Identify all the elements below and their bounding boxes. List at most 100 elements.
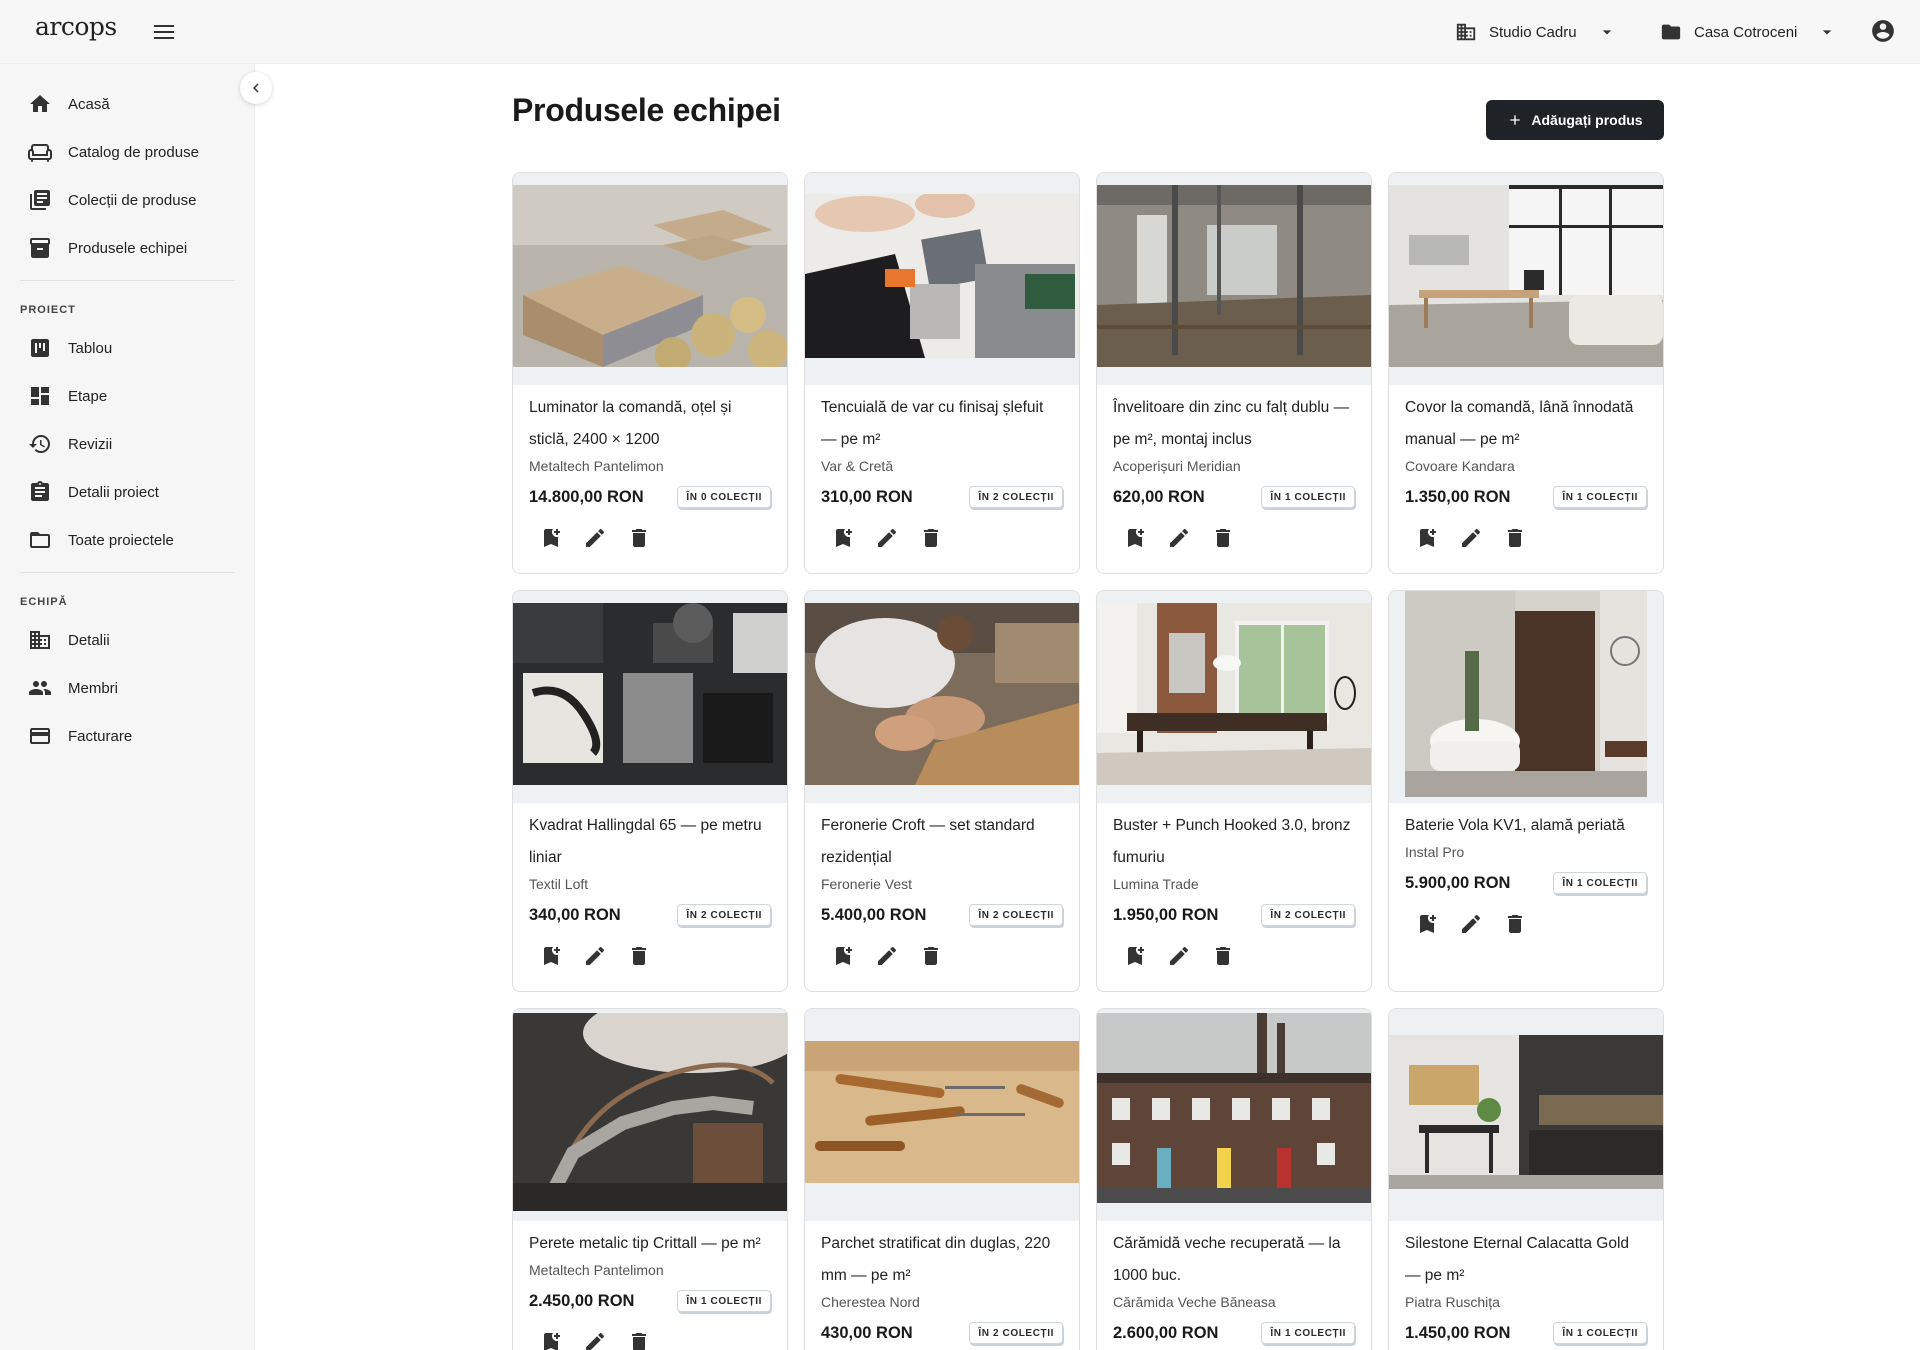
edit-icon[interactable] bbox=[1459, 912, 1483, 936]
product-vendor: Cărămida Veche Băneasa bbox=[1113, 1294, 1276, 1310]
app-logo[interactable]: arcops bbox=[35, 12, 117, 41]
product-image[interactable] bbox=[1097, 591, 1371, 803]
product-vendor: Acoperișuri Meridian bbox=[1113, 458, 1241, 474]
bookmark-add-icon[interactable] bbox=[539, 1330, 563, 1350]
delete-icon[interactable] bbox=[1503, 526, 1527, 550]
edit-icon[interactable] bbox=[875, 526, 899, 550]
product-title[interactable]: Kvadrat Hallingdal 65 — pe metru liniar bbox=[529, 803, 771, 874]
product-image[interactable] bbox=[805, 591, 1079, 803]
bookmark-add-icon[interactable] bbox=[831, 944, 855, 968]
product-image[interactable] bbox=[1389, 591, 1663, 803]
bookmark-add-icon[interactable] bbox=[1415, 912, 1439, 936]
delete-icon[interactable] bbox=[627, 526, 651, 550]
edit-icon[interactable] bbox=[583, 944, 607, 968]
collections-badge[interactable]: ÎN 1 COLECȚII bbox=[1261, 486, 1355, 508]
product-title[interactable]: Baterie Vola KV1, alamă periată bbox=[1405, 803, 1647, 842]
delete-icon[interactable] bbox=[919, 944, 943, 968]
bookmark-add-icon[interactable] bbox=[539, 526, 563, 550]
product-title[interactable]: Perete metalic tip Crittall — pe m² bbox=[529, 1221, 771, 1260]
chevron-down-icon bbox=[1602, 30, 1611, 35]
product-card[interactable]: Covor la comandă, lână înnodată manual —… bbox=[1388, 172, 1664, 574]
collections-badge[interactable]: ÎN 2 COLECȚII bbox=[1261, 904, 1355, 926]
product-image[interactable] bbox=[805, 1009, 1079, 1221]
product-image[interactable] bbox=[1389, 173, 1663, 385]
sidebar-collapse-button[interactable] bbox=[240, 72, 272, 104]
delete-icon[interactable] bbox=[919, 526, 943, 550]
sidebar-item-team-products[interactable]: Produsele echipei bbox=[20, 228, 240, 268]
delete-icon[interactable] bbox=[1211, 944, 1235, 968]
product-image[interactable] bbox=[805, 173, 1079, 385]
collections-badge[interactable]: ÎN 1 COLECȚII bbox=[1553, 872, 1647, 894]
product-title[interactable]: Feronerie Croft — set standard rezidenți… bbox=[821, 803, 1063, 874]
delete-icon[interactable] bbox=[1503, 912, 1527, 936]
product-card[interactable]: Tencuială de var cu finisaj șlefuit — pe… bbox=[804, 172, 1080, 574]
add-product-button[interactable]: Adăugați produs bbox=[1486, 100, 1664, 140]
collections-badge[interactable]: ÎN 1 COLECȚII bbox=[1553, 1322, 1647, 1344]
sidebar-item-members[interactable]: Membri bbox=[20, 668, 240, 708]
product-card[interactable]: Învelitoare din zinc cu falț dublu — pe … bbox=[1096, 172, 1372, 574]
collections-badge[interactable]: ÎN 1 COLECȚII bbox=[1553, 486, 1647, 508]
sidebar-item-billing[interactable]: Facturare bbox=[20, 716, 240, 756]
menu-icon[interactable] bbox=[150, 18, 178, 46]
studio-selector[interactable]: Studio Cadru bbox=[1455, 18, 1617, 46]
bookmark-add-icon[interactable] bbox=[1123, 526, 1147, 550]
collections-badge[interactable]: ÎN 2 COLECȚII bbox=[969, 486, 1063, 508]
product-card[interactable]: Luminator la comandă, oțel și sticlă, 24… bbox=[512, 172, 788, 574]
product-title[interactable]: Tencuială de var cu finisaj șlefuit — pe… bbox=[821, 385, 1063, 456]
collections-badge[interactable]: ÎN 1 COLECȚII bbox=[677, 1290, 771, 1312]
product-title[interactable]: Luminator la comandă, oțel și sticlă, 24… bbox=[529, 385, 771, 456]
product-image[interactable] bbox=[513, 591, 787, 803]
product-title[interactable]: Buster + Punch Hooked 3.0, bronz fumuriu bbox=[1113, 803, 1355, 874]
product-image[interactable] bbox=[1097, 1009, 1371, 1221]
delete-icon[interactable] bbox=[1211, 526, 1235, 550]
product-title[interactable]: Învelitoare din zinc cu falț dublu — pe … bbox=[1113, 385, 1355, 456]
sidebar-item-all-projects[interactable]: Toate proiectele bbox=[20, 520, 240, 560]
bookmark-add-icon[interactable] bbox=[1123, 944, 1147, 968]
delete-icon[interactable] bbox=[627, 944, 651, 968]
edit-icon[interactable] bbox=[583, 526, 607, 550]
product-image[interactable] bbox=[1097, 173, 1371, 385]
edit-icon[interactable] bbox=[1459, 526, 1483, 550]
product-title[interactable]: Parchet stratificat din duglas, 220 mm —… bbox=[821, 1221, 1063, 1292]
product-card[interactable]: Feronerie Croft — set standard rezidenți… bbox=[804, 590, 1080, 992]
product-card[interactable]: Kvadrat Hallingdal 65 — pe metru liniar … bbox=[512, 590, 788, 992]
product-title[interactable]: Covor la comandă, lână înnodată manual —… bbox=[1405, 385, 1647, 456]
sidebar-item-project-details[interactable]: Detalii proiect bbox=[20, 472, 240, 512]
edit-icon[interactable] bbox=[1167, 944, 1191, 968]
collections-badge[interactable]: ÎN 0 COLECȚII bbox=[677, 486, 771, 508]
bookmark-add-icon[interactable] bbox=[831, 526, 855, 550]
product-card[interactable]: Perete metalic tip Crittall — pe m² Meta… bbox=[512, 1008, 788, 1350]
product-image[interactable] bbox=[1389, 1009, 1663, 1221]
product-card[interactable]: Buster + Punch Hooked 3.0, bronz fumuriu… bbox=[1096, 590, 1372, 992]
sidebar-item-collections[interactable]: Colecții de produse bbox=[20, 180, 240, 220]
product-price: 2.450,00 RON bbox=[529, 1291, 635, 1310]
product-title[interactable]: Silestone Eternal Calacatta Gold — pe m² bbox=[1405, 1221, 1647, 1292]
product-card[interactable]: Cărămidă veche recuperată — la 1000 buc.… bbox=[1096, 1008, 1372, 1350]
edit-icon[interactable] bbox=[583, 1330, 607, 1350]
delete-icon[interactable] bbox=[627, 1330, 651, 1350]
collections-badge[interactable]: ÎN 2 COLECȚII bbox=[969, 904, 1063, 926]
sidebar-item-label: Produsele echipei bbox=[68, 239, 188, 257]
edit-icon[interactable] bbox=[875, 944, 899, 968]
sidebar-item-board[interactable]: Tablou bbox=[20, 328, 240, 368]
product-image[interactable] bbox=[513, 1009, 787, 1221]
project-selector[interactable]: Casa Cotroceni bbox=[1660, 18, 1837, 46]
collections-badge[interactable]: ÎN 1 COLECȚII bbox=[1261, 1322, 1355, 1344]
collections-badge[interactable]: ÎN 2 COLECȚII bbox=[969, 1322, 1063, 1344]
bookmark-add-icon[interactable] bbox=[539, 944, 563, 968]
product-card[interactable]: Silestone Eternal Calacatta Gold — pe m²… bbox=[1388, 1008, 1664, 1350]
product-card[interactable]: Parchet stratificat din duglas, 220 mm —… bbox=[804, 1008, 1080, 1350]
sidebar-item-revisions[interactable]: Revizii bbox=[20, 424, 240, 464]
edit-icon[interactable] bbox=[1167, 526, 1191, 550]
sidebar-item-catalog[interactable]: Catalog de produse bbox=[20, 132, 240, 172]
sidebar-item-team-details[interactable]: Detalii bbox=[20, 620, 240, 660]
product-title[interactable]: Cărămidă veche recuperată — la 1000 buc. bbox=[1113, 1221, 1355, 1292]
bookmark-add-icon[interactable] bbox=[1415, 526, 1439, 550]
sidebar-item-stages[interactable]: Etape bbox=[20, 376, 240, 416]
product-price: 5.400,00 RON bbox=[821, 905, 927, 924]
account-icon[interactable] bbox=[1870, 18, 1898, 46]
collections-badge[interactable]: ÎN 2 COLECȚII bbox=[677, 904, 771, 926]
product-card[interactable]: Baterie Vola KV1, alamă periată Instal P… bbox=[1388, 590, 1664, 992]
product-image[interactable] bbox=[513, 173, 787, 385]
sidebar-item-home[interactable]: Acasă bbox=[20, 84, 240, 124]
